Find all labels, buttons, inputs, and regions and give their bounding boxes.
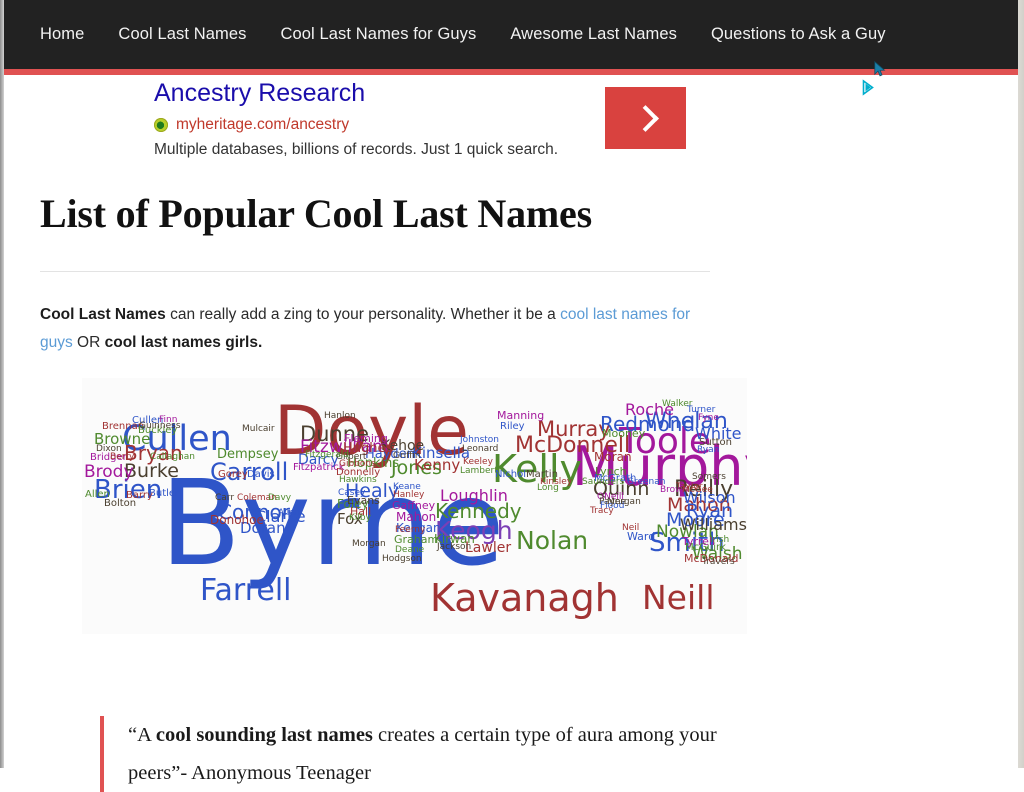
- wordcloud-word: Fitzgerald: [305, 450, 349, 460]
- wordcloud-word: Tracy: [590, 506, 614, 516]
- wordcloud-word: Saunders: [582, 477, 625, 487]
- window-left-edge: [0, 0, 4, 768]
- wordcloud-word: Callaghan: [150, 452, 195, 462]
- wordcloud-word: Fyne: [698, 413, 719, 423]
- nav-accent-underline: [4, 69, 1018, 75]
- tree-favicon-icon: [154, 118, 168, 132]
- wordcloud-word: Hanlon: [324, 411, 356, 421]
- wordcloud-word: Travers: [702, 557, 735, 567]
- wordcloud-word: Davy: [268, 493, 292, 503]
- wordcloud-word: Leonard: [462, 444, 499, 454]
- site-navigation-bar: Home Cool Last Names Cool Last Names for…: [4, 0, 1018, 69]
- nav-item-cool-last-names[interactable]: Cool Last Names: [118, 26, 246, 43]
- quote-open-mark: “A: [128, 724, 156, 746]
- intro-text-1: can really add a zing to your personalit…: [165, 306, 561, 323]
- wordcloud-word: Berry: [110, 452, 135, 462]
- wordcloud-word: Mooney: [602, 427, 646, 440]
- wordcloud-word: Butler: [149, 488, 180, 499]
- wordcloud-word: Morgan: [352, 539, 386, 549]
- intro-paragraph: Cool Last Names can really add a zing to…: [40, 301, 700, 357]
- wordcloud-word: Gibbons: [339, 459, 376, 469]
- chevron-right-icon: [631, 105, 659, 132]
- wordcloud-canvas: ByrneDoyleMurphyKavanaghTooleKellyCullen…: [82, 378, 747, 634]
- wordcloud-word: Allen: [278, 508, 301, 518]
- browser-page: Home Cool Last Names Cool Last Names for…: [0, 0, 1024, 792]
- article-body: List of Popular Cool Last Names Cool Las…: [40, 190, 720, 357]
- wordcloud-word: Long: [537, 483, 559, 493]
- wordcloud-word: Manning: [497, 409, 545, 422]
- wordcloud-word: Gaffney: [392, 499, 436, 512]
- wordcloud-word: Nolan: [516, 526, 589, 555]
- wordcloud-word: Keane: [393, 482, 421, 492]
- wordcloud-word: Loughlin: [440, 486, 508, 505]
- quote-bold: cool sounding last names: [155, 724, 373, 746]
- wordcloud-word: Moran: [594, 450, 632, 464]
- advertisement-block[interactable]: Ancestry Research myheritage.com/ancestr…: [150, 78, 890, 170]
- wordcloud-word: Finn: [159, 415, 178, 425]
- wordcloud-word: Griffin: [393, 451, 421, 461]
- wordcloud-word: Neil: [622, 523, 640, 533]
- wordcloud-word: Dixon: [96, 444, 122, 454]
- wordcloud-word: Farrell: [200, 573, 292, 608]
- nav-item-cool-last-names-guys[interactable]: Cool Last Names for Guys: [280, 26, 476, 43]
- wordcloud-word: Nichol: [495, 469, 526, 480]
- wordcloud-word: Dempsey: [217, 447, 279, 462]
- nav-item-questions-to-ask-a-guy[interactable]: Questions to Ask a Guy: [711, 26, 886, 43]
- wordcloud-word: Ryan: [697, 445, 720, 455]
- page-title: List of Popular Cool Last Names: [40, 191, 592, 236]
- wordcloud-image: ByrneDoyleMurphyKavanaghTooleKellyCullen…: [82, 378, 747, 634]
- wordcloud-word: Brody: [84, 462, 134, 482]
- intro-lead-bold: Cool Last Names: [40, 306, 166, 323]
- wordcloud-word: Kilby: [349, 513, 371, 523]
- wordcloud-word: Fleming: [344, 432, 388, 445]
- wordcloud-word: Mahon: [396, 510, 437, 524]
- intro-bold-2: cool last names girls.: [104, 334, 263, 351]
- wordcloud-word: Williams: [680, 515, 747, 534]
- nav-item-home[interactable]: Home: [40, 26, 84, 43]
- wordcloud-word: Riley: [500, 421, 525, 432]
- pull-quote: “A cool sounding last names creates a ce…: [100, 716, 760, 792]
- adchoices-icon[interactable]: [860, 79, 878, 97]
- wordcloud-word: Graham: [394, 533, 439, 546]
- ad-display-url[interactable]: myheritage.com/ancestry: [176, 116, 349, 134]
- wordcloud-word: Casey: [338, 488, 366, 498]
- ad-url-row[interactable]: myheritage.com/ancestry: [154, 115, 349, 135]
- wordcloud-word: Hodgson: [382, 554, 422, 564]
- window-right-edge: [1018, 0, 1024, 768]
- wordcloud-word: Hawkins: [339, 475, 377, 485]
- wordcloud-word: Jackson: [437, 542, 472, 552]
- wordcloud-word: Carr: [215, 493, 235, 503]
- wordcloud-word: McGee: [682, 485, 713, 495]
- wordcloud-word: Kavanagh: [430, 576, 619, 620]
- wordcloud-word: Irish: [710, 535, 730, 545]
- wordcloud-word: Mulcair: [242, 424, 275, 434]
- wordcloud-word: Hanley: [393, 490, 425, 500]
- wordcloud-word: Neill: [642, 578, 715, 617]
- wordcloud-word: Donohoe: [210, 513, 264, 527]
- wordcloud-word: Kenny: [414, 456, 461, 474]
- intro-text-2: OR: [72, 334, 105, 351]
- wordcloud-word: Bolton: [104, 498, 137, 509]
- wordcloud-word: Davis: [247, 469, 275, 480]
- nav-item-awesome-last-names[interactable]: Awesome Last Names: [510, 26, 677, 43]
- nav-menu: Home Cool Last Names Cool Last Names for…: [40, 0, 886, 69]
- title-divider: [40, 271, 710, 272]
- wordcloud-word: Somers: [692, 472, 726, 482]
- wordcloud-word: Deane: [395, 545, 425, 555]
- ad-description: Multiple databases, billions of records.…: [154, 141, 559, 158]
- wordcloud-word: Gorey: [218, 469, 248, 480]
- ad-cta-button[interactable]: [605, 87, 686, 149]
- ad-headline-link[interactable]: Ancestry Research: [154, 78, 365, 108]
- wordcloud-word: Feerny: [395, 525, 426, 535]
- pull-quote-text: “A cool sounding last names creates a ce…: [128, 716, 760, 792]
- wordcloud-word: Lambert: [460, 466, 498, 476]
